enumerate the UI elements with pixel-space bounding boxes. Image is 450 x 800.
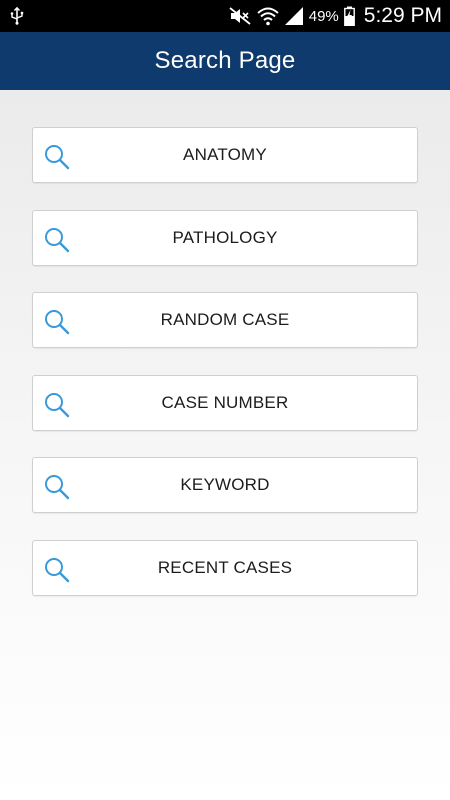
search-option-label: PATHOLOGY [172, 227, 278, 247]
search-option-label: RECENT CASES [157, 557, 293, 577]
status-bar: 49% 5:29 PM [0, 0, 450, 32]
search-recent-cases-button[interactable]: RECENT CASES [32, 539, 418, 596]
wifi-icon [257, 6, 279, 26]
search-option-label: CASE NUMBER [161, 392, 289, 412]
search-icon [44, 144, 70, 170]
search-option-label: RANDOM CASE [160, 310, 290, 329]
usb-icon [10, 7, 24, 25]
search-case-number-button[interactable]: CASE NUMBER [32, 374, 418, 431]
app-header: Search Page [0, 32, 450, 90]
mute-icon [228, 6, 252, 26]
page-title: Search Page [154, 47, 296, 74]
search-icon [44, 474, 70, 500]
search-keyword-button[interactable]: KEYWORD [32, 457, 418, 513]
search-icon [44, 227, 70, 253]
battery-charging-icon [343, 6, 355, 26]
battery-percent: 49% [308, 7, 339, 25]
search-anatomy-button[interactable]: ANATOMY [32, 127, 418, 183]
search-icon [44, 309, 70, 335]
search-icon [44, 557, 70, 583]
search-pathology-button[interactable]: PATHOLOGY [32, 209, 418, 266]
clock: 5:29 PM [363, 4, 442, 27]
status-bar-left [10, 7, 228, 25]
signal-icon [284, 6, 304, 26]
search-options-list: ANATOMY PATHOLOGY RANDOM CASE CASE NUMBE… [32, 127, 418, 622]
search-icon [44, 392, 70, 418]
search-option-label: KEYWORD [180, 475, 270, 494]
search-random-case-button[interactable]: RANDOM CASE [32, 292, 418, 348]
search-option-label: ANATOMY [183, 145, 267, 164]
status-bar-right: 49% 5:29 PM [228, 4, 442, 28]
